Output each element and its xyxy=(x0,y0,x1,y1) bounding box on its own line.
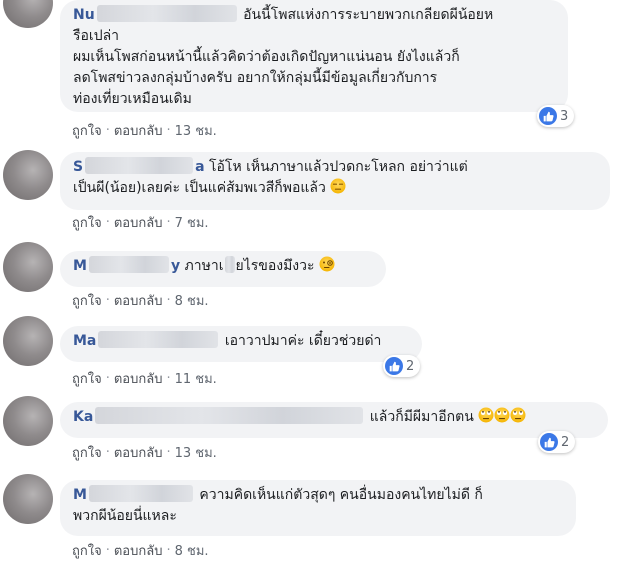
reply-link[interactable]: ตอบกลับ xyxy=(114,212,163,233)
comment-actions: ถูกใจ · ตอบกลับ · 13 ชม. xyxy=(72,442,217,463)
comment-bubble: Sa โอ้โห เห็นภาษาแล้วปวดกะโหลก อย่าว่าแต… xyxy=(60,152,610,210)
comment-text: ความคิดเห็นแก่ตัวสุดๆ คนอื่นมองคนไทยไม่ด… xyxy=(199,487,483,503)
separator-dot: · xyxy=(166,215,171,230)
comment-bubble: Ma เอาวาปมาค่ะ เดี๋ยวช่วยด่า xyxy=(60,326,422,362)
separator-dot: · xyxy=(105,293,110,308)
timestamp[interactable]: 8 ชม. xyxy=(175,540,209,561)
redacted-name xyxy=(88,256,169,273)
redacted-name xyxy=(85,157,194,174)
timestamp[interactable]: 8 ชม. xyxy=(175,290,209,311)
author-name[interactable]: M xyxy=(73,487,87,503)
like-link[interactable]: ถูกใจ xyxy=(72,368,102,389)
separator-dot: · xyxy=(166,371,171,386)
reaction-count: 2 xyxy=(561,434,570,450)
comment-line-3: ผมเห็นโพสก่อนหน้านี้แล้วคิดว่าต้องเกิดปั… xyxy=(73,49,460,65)
reaction-summary[interactable]: 2 xyxy=(538,431,576,453)
like-link[interactable]: ถูกใจ xyxy=(72,540,102,561)
comment-actions: ถูกใจ · ตอบกลับ · 7 ชม. xyxy=(72,212,209,233)
reply-link[interactable]: ตอบกลับ xyxy=(114,290,163,311)
face-with-monocle-emoji xyxy=(319,256,335,272)
redacted-name xyxy=(95,407,364,424)
comment-line-4: ลดโพสข่าวลงกลุ่มบ้างครับ อยากให้กลุ่มนี้… xyxy=(73,70,438,86)
author-name-tail: y xyxy=(170,258,181,274)
like-icon xyxy=(385,357,403,375)
like-icon xyxy=(540,433,558,451)
comment-actions: ถูกใจ · ตอบกลับ · 8 ชม. xyxy=(72,290,209,311)
author-name[interactable]: Ka xyxy=(73,409,93,425)
separator-dot: · xyxy=(105,215,110,230)
comment-bubble: M ความคิดเห็นแก่ตัวสุดๆ คนอื่นมองคนไทยไม… xyxy=(60,480,576,536)
avatar[interactable] xyxy=(3,396,53,446)
comment-actions: ถูกใจ · ตอบกลับ · 13 ชม. xyxy=(72,120,217,141)
comment-text: เอาวาปมาค่ะ เดี๋ยวช่วยด่า xyxy=(224,333,382,349)
separator-dot: · xyxy=(105,543,110,558)
unamused-emoji xyxy=(330,178,346,194)
rolling-eyes-emoji xyxy=(478,407,494,423)
reaction-count: 2 xyxy=(406,358,415,374)
comment-line-2: รือเปล่า xyxy=(73,28,120,44)
reaction-count: 3 xyxy=(560,108,569,124)
avatar[interactable] xyxy=(3,150,53,200)
redacted-name xyxy=(88,485,193,502)
author-name-tail: a xyxy=(195,159,205,175)
timestamp[interactable]: 13 ชม. xyxy=(175,120,217,141)
comment-line-1: Nu อันนี้โพสแห่งการระบายพวกเกลียดผีน้อยห xyxy=(73,5,555,26)
reaction-summary[interactable]: 2 xyxy=(383,355,421,377)
separator-dot: · xyxy=(105,123,110,138)
comment-line-2: เป็นผี(น้อย)เลยค่ะ เป็นแค่ส้มพเวสีก็พอแล… xyxy=(73,178,597,199)
comment-text: โอ้โห เห็นภาษาแล้วปวดกะโหลก อย่าว่าแต่ xyxy=(209,159,468,175)
separator-dot: · xyxy=(166,293,171,308)
like-link[interactable]: ถูกใจ xyxy=(72,442,102,463)
reply-link[interactable]: ตอบกลับ xyxy=(114,368,163,389)
separator-dot: · xyxy=(105,445,110,460)
author-name[interactable]: S xyxy=(73,159,83,175)
comment-text: แล้วก็มีผีมาอีกตน xyxy=(369,409,474,425)
like-link[interactable]: ถูกใจ xyxy=(72,212,102,233)
comment-bubble: Ka แล้วก็มีผีมาอีกตน xyxy=(60,402,608,438)
comment-bubble: My ภาษาเ ยไรของมึงวะ xyxy=(60,251,386,287)
comment-line-2: พวกผีน้อยนี่แหละ xyxy=(73,508,177,524)
comment-line-5: ท่องเที่ยวเหมือนเดิม xyxy=(73,91,192,107)
author-name[interactable]: Nu xyxy=(73,7,95,23)
avatar[interactable] xyxy=(3,0,53,28)
author-name[interactable]: Ma xyxy=(73,333,96,349)
reply-link[interactable]: ตอบกลับ xyxy=(114,442,163,463)
comment-text: อันนี้โพสแห่งการระบายพวกเกลียดผีน้อยห xyxy=(243,7,494,23)
reaction-summary[interactable]: 3 xyxy=(537,105,575,127)
avatar[interactable] xyxy=(3,316,53,366)
comment-actions: ถูกใจ · ตอบกลับ · 11 ชม. xyxy=(72,368,217,389)
comment-text-start: ภาษาเ xyxy=(184,258,224,274)
rolling-eyes-emoji xyxy=(494,407,510,423)
comment-actions: ถูกใจ · ตอบกลับ · 8 ชม. xyxy=(72,540,209,561)
timestamp[interactable]: 7 ชม. xyxy=(175,212,209,233)
comment-bubble: Nu อันนี้โพสแห่งการระบายพวกเกลียดผีน้อยห… xyxy=(60,0,568,112)
separator-dot: · xyxy=(166,543,171,558)
separator-dot: · xyxy=(166,123,171,138)
comment-line-1: Sa โอ้โห เห็นภาษาแล้วปวดกะโหลก อย่าว่าแต… xyxy=(73,157,597,178)
separator-dot: · xyxy=(166,445,171,460)
redacted-character xyxy=(224,256,235,273)
timestamp[interactable]: 13 ชม. xyxy=(175,442,217,463)
like-link[interactable]: ถูกใจ xyxy=(72,290,102,311)
avatar[interactable] xyxy=(3,242,53,292)
comment-line-1: M ความคิดเห็นแก่ตัวสุดๆ คนอื่นมองคนไทยไม… xyxy=(73,485,563,506)
like-link[interactable]: ถูกใจ xyxy=(72,120,102,141)
comment-text: เป็นผี(น้อย)เลยค่ะ เป็นแค่ส้มพเวสีก็พอแล… xyxy=(73,180,326,196)
like-icon xyxy=(539,107,557,125)
rolling-eyes-emoji xyxy=(510,407,526,423)
separator-dot: · xyxy=(105,371,110,386)
redacted-name xyxy=(96,5,237,22)
redacted-name xyxy=(98,331,219,348)
comment-text-end: ยไรของมึงวะ xyxy=(235,258,315,274)
reply-link[interactable]: ตอบกลับ xyxy=(114,540,163,561)
avatar[interactable] xyxy=(3,474,53,524)
timestamp[interactable]: 11 ชม. xyxy=(175,368,217,389)
author-name[interactable]: M xyxy=(73,258,87,274)
reply-link[interactable]: ตอบกลับ xyxy=(114,120,163,141)
